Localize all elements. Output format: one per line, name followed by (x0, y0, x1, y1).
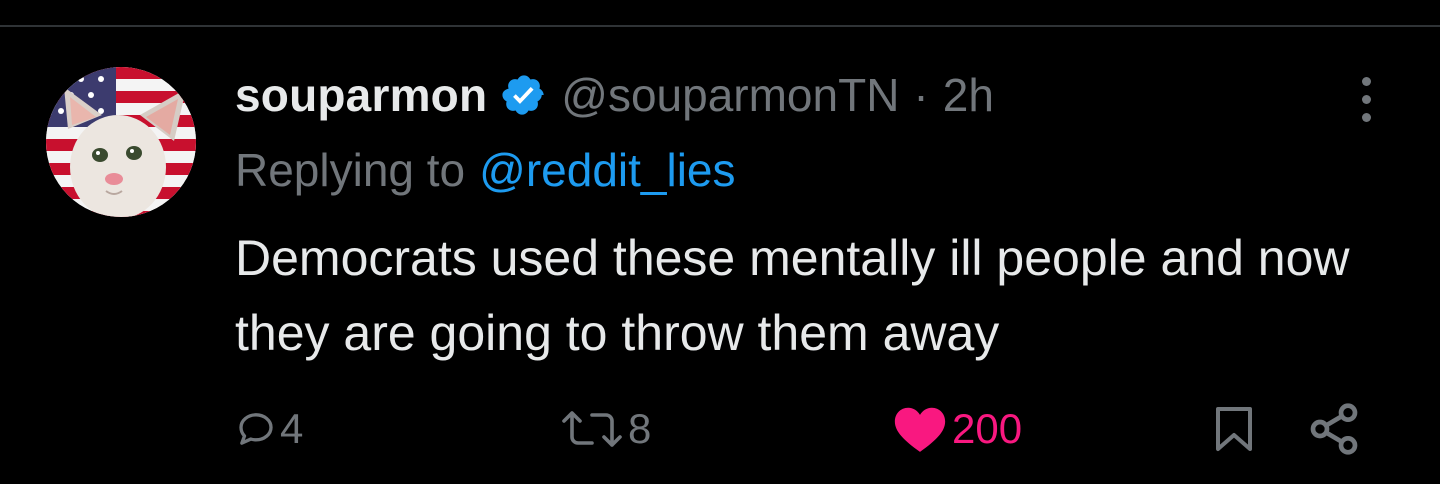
avatar[interactable] (46, 67, 196, 217)
replying-to-line: Replying to @reddit_lies (235, 143, 736, 197)
more-dot (1361, 94, 1371, 104)
bookmark-icon (1216, 407, 1252, 451)
more-dot (1361, 76, 1371, 86)
share-button[interactable] (1306, 397, 1362, 461)
verified-badge-icon (501, 72, 547, 118)
handle[interactable]: @souparmonTN (561, 68, 899, 122)
retweet-count: 8 (628, 405, 652, 452)
like-button[interactable]: 200 (892, 397, 1022, 461)
retweet-button[interactable]: 8 (560, 397, 651, 461)
tweet[interactable]: souparmon @souparmonTN · 2h Replying to @… (0, 27, 1440, 484)
replying-to-label: Replying to (235, 144, 466, 196)
more-dot (1361, 112, 1371, 122)
like-count: 200 (952, 405, 1023, 452)
action-bar: 4 8 200 (0, 397, 1440, 461)
tweet-text: Democrats used these mentally ill people… (235, 230, 1350, 361)
share-icon (1310, 403, 1358, 455)
retweet-icon (562, 411, 622, 447)
more-options-icon[interactable] (1346, 71, 1386, 127)
tweet-header: souparmon @souparmonTN · 2h (235, 67, 994, 123)
timestamp[interactable]: 2h (943, 68, 994, 122)
reply-icon (239, 413, 273, 445)
replying-to-handle-link[interactable]: @reddit_lies (479, 144, 735, 196)
bookmark-button[interactable] (1212, 397, 1256, 461)
separator-dot: · (913, 69, 929, 121)
reply-count: 4 (280, 405, 304, 452)
avatar-image (46, 67, 196, 217)
reply-button[interactable]: 4 (236, 397, 303, 461)
display-name[interactable]: souparmon (235, 68, 487, 122)
heart-icon (894, 407, 946, 452)
